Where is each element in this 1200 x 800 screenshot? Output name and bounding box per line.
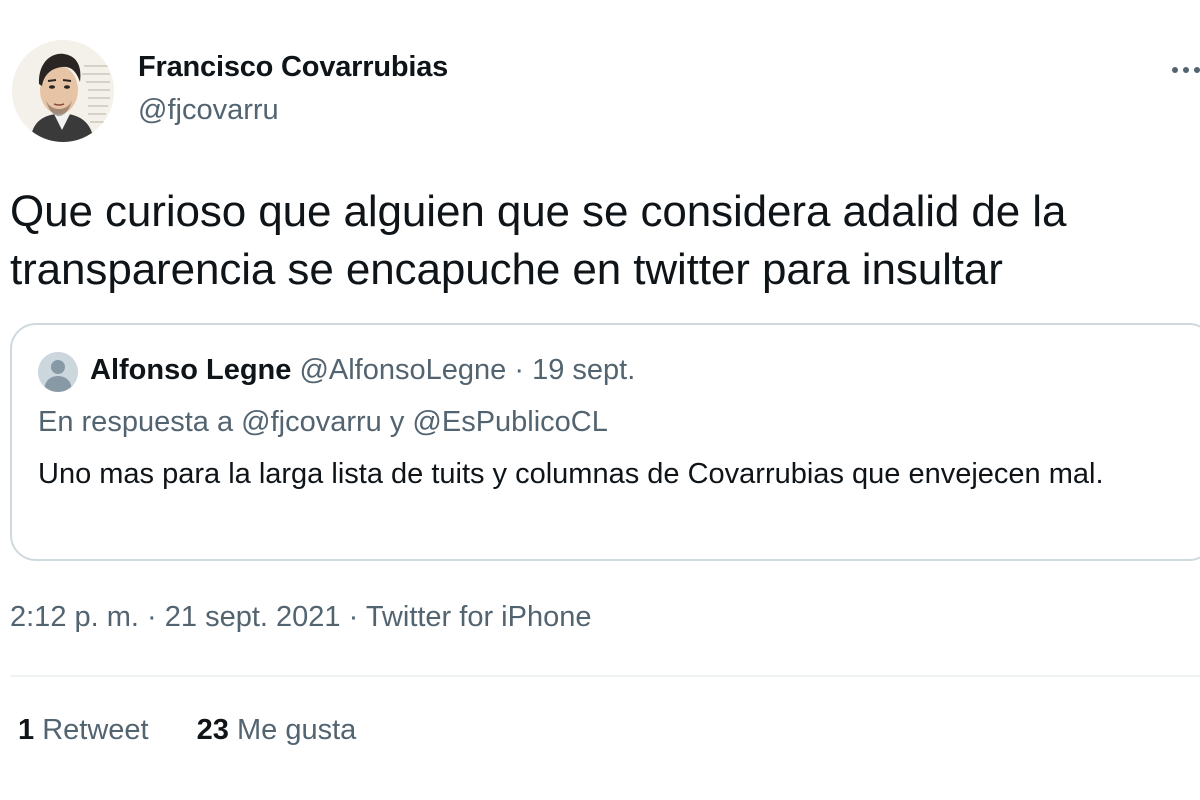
quoted-author-name[interactable]: Alfonso Legne (90, 354, 291, 386)
separator-dot: · (348, 601, 359, 633)
tweet: Francisco Covarrubias @fjcovarru Que cur… (0, 0, 1200, 800)
quoted-tweet-card[interactable]: Alfonso Legne @AlfonsoLegne · 19 sept. E… (10, 323, 1200, 561)
separator-dot: · (514, 354, 524, 386)
likes-count: 23 (196, 714, 229, 746)
tweet-text: Que curioso que alguien que se considera… (10, 187, 1067, 294)
more-dot (1172, 67, 1178, 73)
likes-label: Me gusta (236, 714, 357, 746)
tweet-source[interactable]: Twitter for iPhone (366, 601, 592, 633)
more-dot (1194, 67, 1200, 73)
user-avatar-icon[interactable] (12, 40, 114, 142)
retweets-count: 1 (18, 714, 35, 746)
author-display-name[interactable]: Francisco Covarrubias (138, 51, 448, 84)
quoted-tweet-text: Uno mas para la larga lista de tuits y c… (38, 458, 1104, 490)
author-handle[interactable]: @fjcovarru (138, 94, 279, 127)
separator-dot: · (147, 601, 157, 633)
retweets-stat[interactable]: 1 Retweet (18, 714, 157, 746)
retweets-label: Retweet (42, 714, 149, 746)
reply-prefix: En respuesta a (38, 406, 234, 438)
quoted-tweet-date[interactable]: 19 sept. (532, 354, 635, 386)
default-avatar-icon[interactable] (38, 352, 78, 392)
tweet-date[interactable]: 21 sept. 2021 (165, 601, 341, 633)
tweet-time[interactable]: 2:12 p. m. (10, 601, 139, 633)
reply-context: En respuesta a @fjcovarru y @EsPublicoCL (38, 406, 608, 439)
tweet-metadata: 2:12 p. m. · 21 sept. 2021 · Twitter for… (10, 601, 591, 634)
more-options-icon[interactable] (1168, 58, 1200, 82)
more-dot (1183, 67, 1189, 73)
likes-stat[interactable]: 23 Me gusta (197, 714, 357, 746)
reply-mention-2[interactable]: @EsPublicoCL (412, 406, 607, 438)
quoted-tweet-header: Alfonso Legne @AlfonsoLegne · 19 sept. (90, 354, 635, 387)
reply-conjunction: y (389, 406, 405, 438)
quoted-author-handle[interactable]: @AlfonsoLegne (299, 354, 506, 386)
tweet-stats: 1 Retweet 23 Me gusta (18, 714, 356, 747)
divider (10, 675, 1200, 677)
reply-mention-1[interactable]: @fjcovarru (241, 406, 382, 438)
